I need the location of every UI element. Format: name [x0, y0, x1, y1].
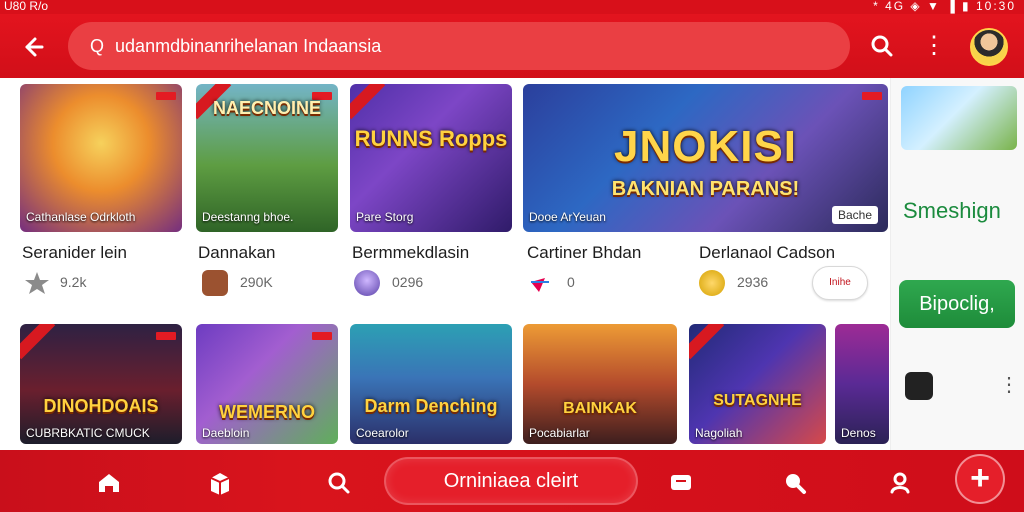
- thumb-title: JNOKISI: [613, 122, 798, 171]
- status-right: * 4G ◈ ▼ ▐ ▮ 10:30: [873, 0, 1016, 13]
- game-card-10[interactable]: SUTAGNHE Nagoliah: [689, 324, 826, 444]
- thumb-title: DINOHDOAIS: [43, 396, 159, 416]
- home-icon[interactable]: [94, 468, 124, 498]
- avatar[interactable]: [970, 28, 1008, 66]
- star-icon: [24, 270, 50, 296]
- panel-button[interactable]: Bipoclig,: [899, 280, 1015, 328]
- thumb-title: WEMERNO: [219, 402, 315, 422]
- thumb-caption: Denos: [841, 426, 876, 440]
- badge: [312, 332, 332, 340]
- game-title: Cartiner Bhdan: [527, 243, 642, 262]
- thumb-title: BAINKAK: [563, 400, 637, 417]
- gift-icon: [202, 270, 228, 296]
- thumb-caption: CUBRBKATIC CMUCK: [26, 426, 150, 440]
- center-pill[interactable]: Orniniaea cleirt: [384, 457, 638, 505]
- game-card-6[interactable]: DINOHDOAIS CUBRBKATIC CMUCK: [20, 324, 182, 444]
- thumb-caption: Daebloin: [202, 426, 250, 440]
- thumb-title: Darm Denching: [364, 396, 498, 416]
- thumb-caption: Coearolor: [356, 426, 409, 440]
- thumb-title: RUNNS Ropps: [354, 126, 508, 151]
- game-card-7[interactable]: WEMERNO Daebloin: [196, 324, 338, 444]
- more-vert-icon[interactable]: ⋮: [999, 372, 1019, 398]
- meta-text: 2936: [737, 274, 769, 290]
- game-title: Seranider lein: [22, 243, 127, 262]
- meta-text: 290K: [240, 274, 273, 290]
- status-bar: U80 R/o * 4G ◈ ▼ ▐ ▮ 10:30: [0, 0, 1024, 14]
- game-card-9[interactable]: BAINKAK Pocabiarlar: [523, 324, 677, 444]
- thumb-caption: Nagoliah: [695, 426, 743, 440]
- meta-text: 0: [567, 274, 575, 290]
- search-text: udanmdbinanrihelanan Indaansia: [115, 36, 382, 56]
- thumb-title: NAECNOINE: [212, 98, 321, 118]
- game-card-11[interactable]: Denos: [835, 324, 889, 444]
- heart-arrow-icon: [527, 270, 553, 296]
- games-grid: Cathanlase Odrkloth NAECNOINE Deestanng …: [0, 78, 890, 450]
- search-icon[interactable]: [324, 468, 354, 498]
- game-card-4[interactable]: JNOKISI BAKNIAN PARANS! Dooe ArYeuan Bac…: [523, 84, 888, 232]
- game-title: Derlanaol Cadson: [699, 243, 836, 262]
- bottom-nav: Orniniaea cleirt +: [0, 450, 1024, 512]
- panel-thumbnail[interactable]: [901, 86, 1017, 150]
- thumb-caption: Pare Storg: [356, 210, 414, 224]
- badge: [156, 332, 176, 340]
- game-title: Dannakan: [198, 243, 276, 262]
- game-card-1[interactable]: Cathanlase Odrkloth: [20, 84, 182, 232]
- meta-text: 0296: [392, 274, 424, 290]
- more-vert-icon[interactable]: ⋮: [922, 32, 946, 60]
- box-icon[interactable]: [205, 468, 235, 498]
- game-card-8[interactable]: Darm Denching Coearolor: [350, 324, 512, 444]
- panel-title: Smeshign: [903, 198, 1001, 223]
- badge: [862, 92, 882, 100]
- app-bar: Q udanmdbinanrihelanan Indaansia ⋮: [0, 14, 1024, 78]
- thumb-caption: Deestanng bhoe.: [202, 210, 294, 224]
- game-title: Bermmekdlasin: [352, 243, 470, 262]
- search-input[interactable]: Q udanmdbinanrihelanan Indaansia: [68, 22, 850, 70]
- install-chip[interactable]: Inihe: [812, 266, 868, 300]
- status-left: U80 R/o: [4, 0, 49, 13]
- plus-button[interactable]: +: [955, 454, 1005, 504]
- coin-icon: [699, 270, 725, 296]
- search-icon[interactable]: [780, 468, 810, 498]
- user-icon[interactable]: [885, 468, 915, 498]
- panel-icon[interactable]: [905, 372, 933, 400]
- search-prefix: Q: [90, 36, 105, 56]
- thumb-caption: Pocabiarlar: [529, 426, 590, 440]
- game-card-3[interactable]: RUNNS Ropps Pare Storg: [350, 84, 512, 232]
- game-card-2[interactable]: NAECNOINE Deestanng bhoe.: [196, 84, 338, 232]
- right-panel: Smeshign Bipoclig, ⋮: [890, 78, 1024, 450]
- thumb-caption: Cathanlase Odrkloth: [26, 210, 136, 224]
- thumb-caption: Dooe ArYeuan: [529, 210, 606, 224]
- search-icon[interactable]: [868, 32, 896, 60]
- badge: [156, 92, 176, 100]
- thumb-caption: Bache: [831, 206, 878, 224]
- thumb-title: SUTAGNHE: [713, 392, 802, 409]
- chat-icon[interactable]: [666, 468, 696, 498]
- meta-text: 9.2k: [60, 274, 87, 290]
- thumb-subtitle: BAKNIAN PARANS!: [611, 178, 800, 200]
- back-arrow-icon[interactable]: [18, 32, 48, 62]
- avatar-icon: [354, 270, 380, 296]
